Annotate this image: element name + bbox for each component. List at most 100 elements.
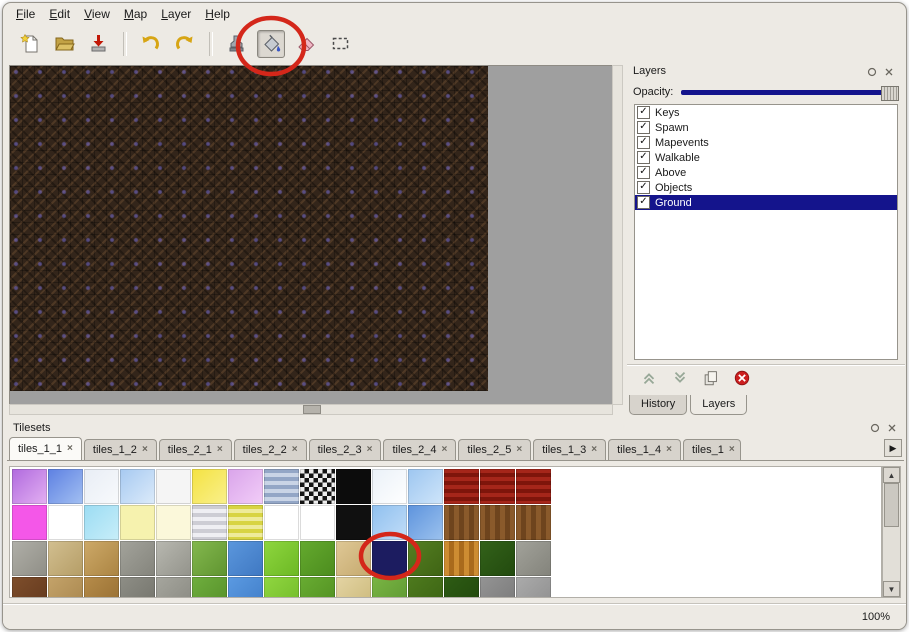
tileset-tile-r4c4[interactable] — [120, 577, 155, 598]
tileset-tile-r2c13[interactable] — [444, 505, 479, 540]
tileset-tab-tiles_1_2[interactable]: tiles_1_2× — [84, 439, 157, 460]
tab-close-icon[interactable]: × — [217, 445, 223, 455]
tileset-tile-r4c3[interactable] — [84, 577, 119, 598]
tileset-tab-tiles_1_4[interactable]: tiles_1_4× — [608, 439, 681, 460]
layer-visibility-checkbox[interactable]: ✓ — [637, 136, 650, 149]
tab-close-icon[interactable]: × — [67, 444, 73, 454]
close-panel-icon[interactable] — [886, 422, 898, 434]
tileset-tile-r1c9[interactable] — [300, 469, 335, 504]
tileset-tab-tiles_2_4[interactable]: tiles_2_4× — [383, 439, 456, 460]
tileset-tile-r3c13[interactable] — [444, 541, 479, 576]
layer-visibility-checkbox[interactable]: ✓ — [637, 181, 650, 194]
redo-button[interactable] — [171, 31, 197, 57]
menu-layer[interactable]: Layer — [154, 5, 198, 23]
tabs-scroll-right-button[interactable]: ▶ — [884, 439, 902, 457]
tileset-tile-r4c12[interactable] — [408, 577, 443, 598]
opacity-slider-handle[interactable] — [881, 86, 899, 101]
undo-button[interactable] — [137, 31, 163, 57]
tileset-tile-r2c6[interactable] — [192, 505, 227, 540]
tileset-tile-r1c10[interactable] — [336, 469, 371, 504]
tileset-tile-r1c8[interactable] — [264, 469, 299, 504]
tileset-tile-r4c5[interactable] — [156, 577, 191, 598]
tab-history[interactable]: History — [629, 395, 687, 415]
delete-layer-button[interactable] — [732, 370, 752, 390]
scrollbar-thumb[interactable] — [884, 483, 899, 527]
tileset-tile-r4c9[interactable] — [300, 577, 335, 598]
tileset-tile-r3c12[interactable] — [408, 541, 443, 576]
tileset-tile-r3c14[interactable] — [480, 541, 515, 576]
tileset-tab-tiles_2_3[interactable]: tiles_2_3× — [309, 439, 382, 460]
open-file-button[interactable] — [51, 31, 77, 57]
tab-layers[interactable]: Layers — [690, 395, 747, 415]
scroll-down-icon[interactable]: ▼ — [883, 581, 900, 597]
map-horizontal-scrollbar[interactable] — [9, 404, 613, 415]
tileset-tile-r1c2[interactable] — [48, 469, 83, 504]
save-file-button[interactable] — [85, 31, 111, 57]
tileset-tile-r2c2[interactable] — [48, 505, 83, 540]
tileset-tab-tiles_1[interactable]: tiles_1× — [683, 439, 741, 460]
tab-close-icon[interactable]: × — [142, 445, 148, 455]
tileset-tile-r4c10[interactable] — [336, 577, 371, 598]
map-viewport[interactable] — [9, 65, 613, 405]
tileset-tile-r1c15[interactable] — [516, 469, 551, 504]
tileset-tab-tiles_2_5[interactable]: tiles_2_5× — [458, 439, 531, 460]
layer-row-ground[interactable]: ✓Ground — [635, 195, 897, 210]
map-vertical-scrollbar[interactable] — [612, 65, 623, 405]
tileset-tile-r3c3[interactable] — [84, 541, 119, 576]
float-panel-icon[interactable] — [866, 66, 878, 78]
duplicate-layer-button[interactable] — [701, 370, 721, 390]
layer-visibility-checkbox[interactable]: ✓ — [637, 106, 650, 119]
tileset-tile-r3c11[interactable] — [372, 541, 407, 576]
layer-row-mapevents[interactable]: ✓Mapevents — [635, 135, 897, 150]
layer-visibility-checkbox[interactable]: ✓ — [637, 151, 650, 164]
tileset-tile-r4c11[interactable] — [372, 577, 407, 598]
tileset-tab-tiles_2_2[interactable]: tiles_2_2× — [234, 439, 307, 460]
tab-close-icon[interactable]: × — [292, 445, 298, 455]
layer-row-above[interactable]: ✓Above — [635, 165, 897, 180]
float-panel-icon[interactable] — [869, 422, 881, 434]
tileset-tile-r3c9[interactable] — [300, 541, 335, 576]
tileset-tile-r2c15[interactable] — [516, 505, 551, 540]
tileset-tile-r1c13[interactable] — [444, 469, 479, 504]
tileset-tile-r1c14[interactable] — [480, 469, 515, 504]
tileset-tile-r3c7[interactable] — [228, 541, 263, 576]
tileset-tile-r2c9[interactable] — [300, 505, 335, 540]
layer-row-keys[interactable]: ✓Keys — [635, 105, 897, 120]
menu-edit[interactable]: Edit — [42, 5, 77, 23]
menu-help[interactable]: Help — [198, 5, 237, 23]
opacity-slider[interactable] — [681, 90, 897, 95]
tab-close-icon[interactable]: × — [516, 445, 522, 455]
tileset-tile-r3c8[interactable] — [264, 541, 299, 576]
tileset-tile-r2c10[interactable] — [336, 505, 371, 540]
layer-visibility-checkbox[interactable]: ✓ — [637, 196, 650, 209]
tileset-tile-r1c5[interactable] — [156, 469, 191, 504]
tileset-tile-r1c4[interactable] — [120, 469, 155, 504]
tileset-tile-r3c10[interactable] — [336, 541, 371, 576]
tileset-tile-r2c8[interactable] — [264, 505, 299, 540]
new-file-button[interactable] — [17, 31, 43, 57]
tileset-tab-tiles_1_1[interactable]: tiles_1_1× — [9, 437, 82, 460]
tileset-tile-r3c2[interactable] — [48, 541, 83, 576]
tab-close-icon[interactable]: × — [367, 445, 373, 455]
tileset-tile-r3c5[interactable] — [156, 541, 191, 576]
menu-file[interactable]: File — [9, 5, 42, 23]
tileset-tile-r4c8[interactable] — [264, 577, 299, 598]
layer-row-objects[interactable]: ✓Objects — [635, 180, 897, 195]
stamp-tool-button[interactable] — [223, 31, 249, 57]
tileset-tile-r4c14[interactable] — [480, 577, 515, 598]
scrollbar-thumb[interactable] — [303, 405, 321, 414]
layer-row-spawn[interactable]: ✓Spawn — [635, 120, 897, 135]
map-canvas[interactable] — [10, 66, 488, 391]
tileset-tile-r2c1[interactable] — [12, 505, 47, 540]
tileset-tile-r4c1[interactable] — [12, 577, 47, 598]
move-layer-down-button[interactable] — [670, 370, 690, 390]
tileset-tile-r4c13[interactable] — [444, 577, 479, 598]
move-layer-up-button[interactable] — [639, 370, 659, 390]
eraser-tool-button[interactable] — [293, 31, 319, 57]
menu-view[interactable]: View — [77, 5, 117, 23]
tileset-tile-r1c12[interactable] — [408, 469, 443, 504]
tileset-tile-r2c11[interactable] — [372, 505, 407, 540]
tileset-tab-tiles_1_3[interactable]: tiles_1_3× — [533, 439, 606, 460]
tileset-tile-r1c7[interactable] — [228, 469, 263, 504]
menu-map[interactable]: Map — [117, 5, 154, 23]
